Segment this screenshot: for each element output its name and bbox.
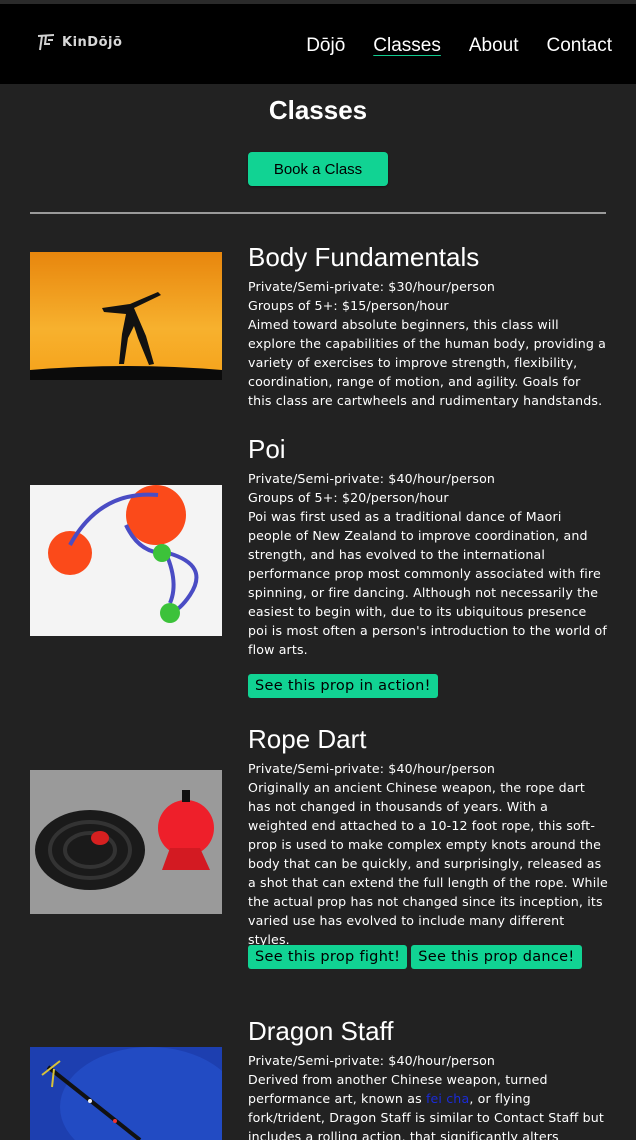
nav-item-classes[interactable]: Classes xyxy=(373,35,441,57)
fei-cha-link[interactable]: fei cha xyxy=(426,1091,469,1106)
price-private: Private/Semi-private: $40/hour/person xyxy=(248,471,496,486)
dragon-staff-image xyxy=(30,1047,222,1140)
body-fundamentals-image xyxy=(30,252,222,380)
class-details: Private/Semi-private: $40/hour/person Gr… xyxy=(248,469,608,659)
main-nav: Dōjō Classes About Contact xyxy=(306,35,612,57)
class-details: Private/Semi-private: $40/hour/person De… xyxy=(248,1051,608,1140)
price-private: Private/Semi-private: $30/hour/person xyxy=(248,279,496,294)
class-details: Private/Semi-private: $30/hour/person Gr… xyxy=(248,277,608,410)
class-description: Poi was first used as a traditional danc… xyxy=(248,509,607,657)
class-title: Dragon Staff xyxy=(248,1016,394,1046)
logo[interactable]: KinDōjō xyxy=(36,31,122,53)
logo-text: KinDōjō xyxy=(62,34,123,50)
class-title: Rope Dart xyxy=(248,724,367,754)
nav-item-dojo[interactable]: Dōjō xyxy=(306,35,345,57)
kindojo-logo-icon xyxy=(37,34,55,51)
price-group: Groups of 5+: $20/person/hour xyxy=(248,490,449,505)
price-private: Private/Semi-private: $40/hour/person xyxy=(248,1053,496,1068)
class-title: Body Fundamentals xyxy=(248,242,480,272)
class-description: Originally an ancient Chinese weapon, th… xyxy=(248,780,608,947)
nav-item-contact[interactable]: Contact xyxy=(547,35,612,57)
price-group: Groups of 5+: $15/person/hour xyxy=(248,298,449,313)
class-description: Aimed toward absolute beginners, this cl… xyxy=(248,317,606,408)
top-nav-bar: KinDōjō Dōjō Classes About Contact xyxy=(0,0,636,84)
rope-dart-image xyxy=(30,770,222,914)
poi-balls-icon xyxy=(30,485,222,636)
divider xyxy=(30,212,606,214)
rope-dart-icon xyxy=(30,770,222,914)
cartwheel-silhouette-icon xyxy=(30,252,222,380)
see-prop-in-action-button[interactable]: See this prop in action! xyxy=(248,674,438,698)
see-prop-dance-button[interactable]: See this prop dance! xyxy=(411,945,582,969)
class-details: Private/Semi-private: $40/hour/person Or… xyxy=(248,759,608,949)
poi-image xyxy=(30,485,222,636)
see-prop-fight-button[interactable]: See this prop fight! xyxy=(248,945,408,969)
prop-video-buttons: See this prop fight! See this prop dance… xyxy=(248,945,582,969)
dragon-staff-icon xyxy=(30,1047,222,1140)
class-description: Derived from another Chinese weapon, tur… xyxy=(248,1070,608,1140)
prop-video-buttons: See this prop in action! xyxy=(248,674,438,698)
class-title: Poi xyxy=(248,434,286,464)
book-class-button[interactable]: Book a Class xyxy=(248,152,388,186)
price-private: Private/Semi-private: $40/hour/person xyxy=(248,761,496,776)
nav-item-about[interactable]: About xyxy=(469,35,519,57)
page-title: Classes xyxy=(268,95,368,125)
